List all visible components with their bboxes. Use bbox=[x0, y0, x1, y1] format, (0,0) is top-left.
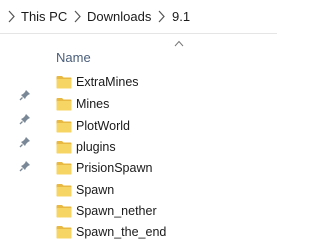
folder-icon bbox=[56, 141, 72, 154]
file-name: Mines bbox=[76, 97, 110, 111]
breadcrumb: This PC Downloads 9.1 bbox=[0, 0, 277, 34]
file-name: Spawn bbox=[76, 183, 115, 197]
file-name: Spawn_the_end bbox=[76, 225, 167, 239]
sort-ascending-icon bbox=[174, 40, 184, 47]
pin-icon[interactable] bbox=[19, 89, 31, 101]
breadcrumb-item-current-folder[interactable]: 9.1 bbox=[172, 9, 190, 25]
list-item[interactable]: Mines bbox=[50, 94, 277, 116]
folder-icon bbox=[56, 184, 72, 197]
chevron-right-icon[interactable] bbox=[74, 10, 81, 23]
pin-icon[interactable] bbox=[19, 136, 31, 148]
pin-icon[interactable] bbox=[19, 160, 31, 172]
chevron-right-icon[interactable] bbox=[158, 10, 165, 23]
folder-icon bbox=[56, 98, 72, 111]
list-item[interactable]: PlotWorld bbox=[50, 116, 277, 138]
file-name: PlotWorld bbox=[76, 119, 130, 133]
file-name: plugins bbox=[76, 140, 116, 154]
chevron-right-icon[interactable] bbox=[8, 10, 15, 23]
list-item[interactable]: Spawn_nether bbox=[50, 201, 277, 223]
list-item[interactable]: Spawn bbox=[50, 180, 277, 202]
file-explorer-fragment: This PC Downloads 9.1 Name ExtraMines Mi… bbox=[0, 0, 277, 243]
folder-icon bbox=[56, 120, 72, 133]
folder-icon bbox=[56, 226, 72, 239]
breadcrumb-item-this-pc[interactable]: This PC bbox=[21, 9, 67, 25]
file-name: Spawn_nether bbox=[76, 204, 157, 218]
file-name: ExtraMines bbox=[76, 75, 139, 89]
list-item[interactable]: plugins bbox=[50, 137, 277, 159]
folder-icon bbox=[56, 205, 72, 218]
pin-icon[interactable] bbox=[19, 113, 31, 125]
list-item[interactable]: Spawn_the_end bbox=[50, 222, 277, 243]
folder-icon bbox=[56, 162, 72, 175]
folder-icon bbox=[56, 76, 72, 89]
breadcrumb-item-downloads[interactable]: Downloads bbox=[87, 9, 151, 25]
list-item[interactable]: ExtraMines bbox=[50, 72, 277, 94]
file-name: PrisionSpawn bbox=[76, 161, 153, 175]
column-header-name[interactable]: Name bbox=[56, 50, 91, 66]
list-item[interactable]: PrisionSpawn bbox=[50, 158, 277, 180]
